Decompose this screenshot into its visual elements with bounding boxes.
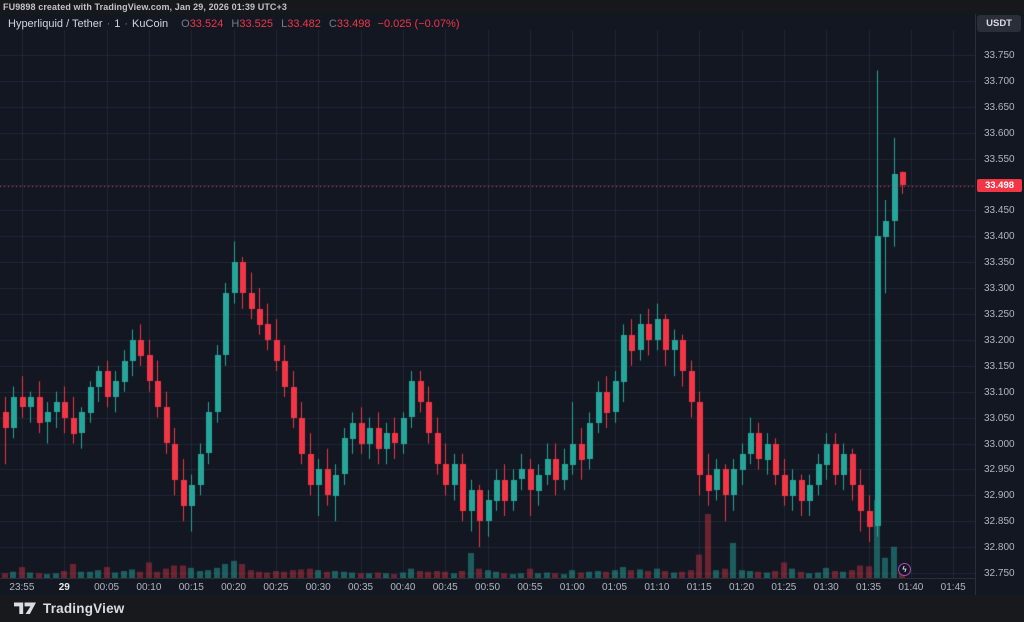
time-tick-label: 29 [59,582,70,593]
price-tick-label: 33.150 [984,361,1015,372]
symbol-name[interactable]: Hyperliquid / Tether [8,18,103,30]
price-tick-label: 33.700 [984,76,1015,87]
time-tick-label: 01:40 [898,582,923,593]
close-value: 33.498 [337,18,371,30]
price-tick-label: 33.650 [984,102,1015,113]
tradingview-brand-text[interactable]: TradingView [43,601,124,616]
legend-separator: · [124,18,128,30]
time-tick-label: 00:20 [221,582,246,593]
price-tick-label: 33.050 [984,413,1015,424]
price-axis[interactable]: 33.750 33.700 33.650 33.600 33.550 33.450 33.4… [975,14,1024,595]
time-tick-label: 01:00 [560,582,585,593]
price-change: −0.025 (−0.07%) [378,18,460,30]
interval-value[interactable]: 1 [114,18,120,30]
time-tick-label: 00:35 [348,582,373,593]
price-tick-label: 32.950 [984,464,1015,475]
time-tick-label: 00:55 [517,582,542,593]
time-tick-label: 00:45 [433,582,458,593]
price-tick-label: 33.400 [984,231,1015,242]
tradingview-logo-icon[interactable] [14,602,36,615]
price-tick-label: 32.800 [984,542,1015,553]
attribution-bar: FU9898 created with TradingView.com, Jan… [0,0,1024,14]
time-tick-label: 23:55 [9,582,34,593]
time-tick-label: 00:05 [94,582,119,593]
symbol-legend: Hyperliquid / Tether · 1 · KuCoin O33.52… [8,16,459,31]
time-tick-label: 00:50 [475,582,500,593]
open-value: 33.524 [190,18,224,30]
price-tick-label: 33.000 [984,439,1015,450]
price-tick-label: 33.100 [984,387,1015,398]
exchange-name: KuCoin [132,18,168,30]
price-tick-label: 32.850 [984,516,1015,527]
realtime-lightning-icon[interactable]: ϟ [898,563,911,576]
close-label: C [329,18,337,30]
tradingview-snapshot: FU9898 created with TradingView.com, Jan… [0,0,1024,622]
time-tick-label: 01:25 [771,582,796,593]
open-label: O [181,18,190,30]
price-tick-label: 33.200 [984,335,1015,346]
high-value: 33.525 [239,18,273,30]
time-tick-label: 01:05 [602,582,627,593]
currency-toggle-button[interactable]: USDT [977,15,1021,32]
time-tick-label: 01:45 [941,582,966,593]
time-tick-label: 00:25 [263,582,288,593]
price-tick-label: 33.250 [984,309,1015,320]
candlestick-chart[interactable] [0,30,975,578]
price-tick-label: 32.750 [984,568,1015,579]
time-tick-label: 01:30 [814,582,839,593]
time-tick-label: 01:15 [687,582,712,593]
low-value: 33.482 [287,18,321,30]
ohlc-values: O33.524 H33.525 L33.482 C33.498 [176,18,370,30]
time-tick-label: 00:15 [179,582,204,593]
legend-separator: · [107,18,111,30]
price-tick-label: 33.350 [984,257,1015,268]
footer-bar: TradingView [0,595,1024,622]
time-tick-label: 00:40 [390,582,415,593]
time-axis[interactable]: 23:55 29 00:05 00:10 00:15 00:20 00:25 00:30 00:… [0,578,1024,595]
time-tick-label: 01:10 [644,582,669,593]
attribution-text: FU9898 created with TradingView.com, Jan… [0,2,287,12]
price-tick-label: 33.750 [984,50,1015,61]
time-tick-label: 00:10 [136,582,161,593]
last-price-tag: 33.498 [977,179,1022,192]
time-tick-label: 00:30 [306,582,331,593]
price-tick-label: 33.600 [984,128,1015,139]
price-tick-label: 32.900 [984,490,1015,501]
time-tick-label: 01:20 [729,582,754,593]
price-tick-label: 33.300 [984,283,1015,294]
price-tick-label: 33.550 [984,154,1015,165]
time-tick-label: 01:35 [856,582,881,593]
price-tick-label: 33.450 [984,205,1015,216]
